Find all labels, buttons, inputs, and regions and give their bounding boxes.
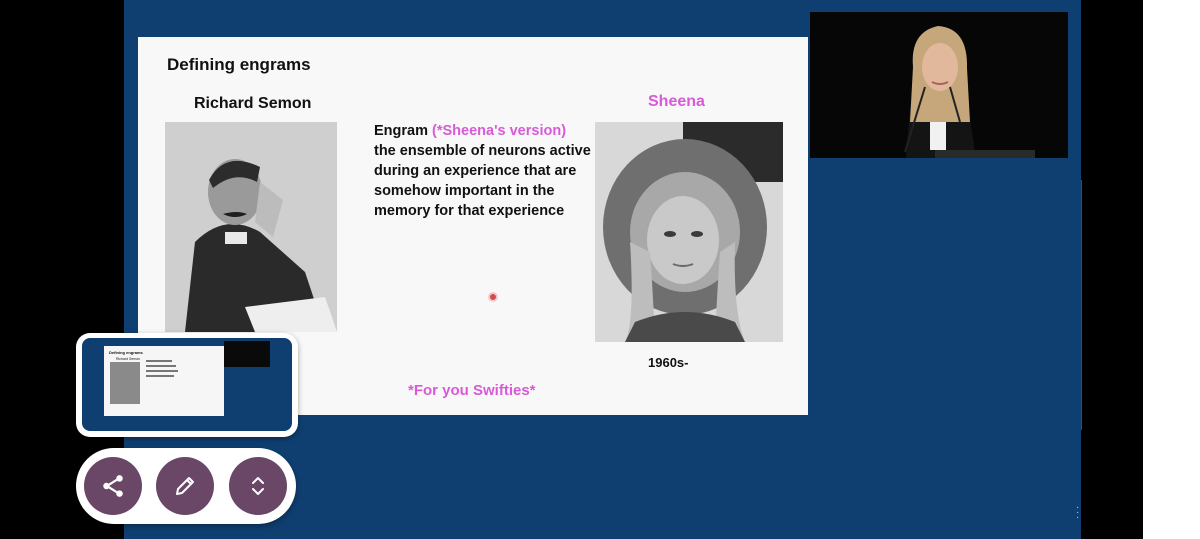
- semon-caption: Richard Semon: [194, 95, 312, 112]
- preview-semon-portrait: [110, 362, 140, 404]
- screenshot-preview-image[interactable]: Defining engrams Richard Semon: [82, 338, 292, 431]
- sheena-caption: Sheena: [648, 93, 705, 110]
- stage-divider: [1081, 180, 1182, 430]
- screenshot-preview[interactable]: Defining engrams Richard Semon: [76, 333, 298, 437]
- preview-text-line: [146, 360, 172, 362]
- screenshot-actions-bar: [76, 448, 296, 524]
- slide-title: Defining engrams: [167, 55, 311, 74]
- more-options-icon[interactable]: · · ·: [1076, 503, 1079, 523]
- engram-definition: the ensemble of neurons active during an…: [374, 143, 591, 219]
- pencil-icon: [176, 477, 194, 495]
- expand-button[interactable]: [229, 457, 287, 515]
- preview-slide: Defining engrams Richard Semon: [104, 346, 224, 416]
- speaker-figure: [810, 12, 1068, 158]
- speaker-camera: [810, 12, 1068, 158]
- preview-text-line: [146, 365, 176, 367]
- preview-text-line: [146, 375, 174, 377]
- laser-pointer: [490, 294, 496, 300]
- engram-version: (*Sheena's version): [432, 123, 567, 139]
- sheena-portrait: [595, 122, 783, 342]
- swifties-note: *For you Swifties*: [408, 382, 536, 399]
- semon-portrait-drawing: [165, 122, 337, 332]
- era-caption: 1960s-: [648, 355, 689, 370]
- preview-slide-title: Defining engrams: [109, 350, 143, 355]
- preview-semon-caption: Richard Semon: [116, 357, 141, 361]
- share-icon: [103, 475, 123, 497]
- preview-speaker-camera: [224, 341, 270, 367]
- edit-button[interactable]: [156, 457, 214, 515]
- preview-text-line: [146, 370, 178, 372]
- share-button[interactable]: [84, 457, 142, 515]
- expand-vertical-icon: [252, 477, 264, 495]
- semon-portrait: [165, 122, 337, 332]
- engram-label: Engram: [374, 123, 428, 139]
- engram-definition-block: Engram (*Sheena's version) the ensemble …: [374, 121, 594, 221]
- sheena-portrait-drawing: [595, 122, 783, 342]
